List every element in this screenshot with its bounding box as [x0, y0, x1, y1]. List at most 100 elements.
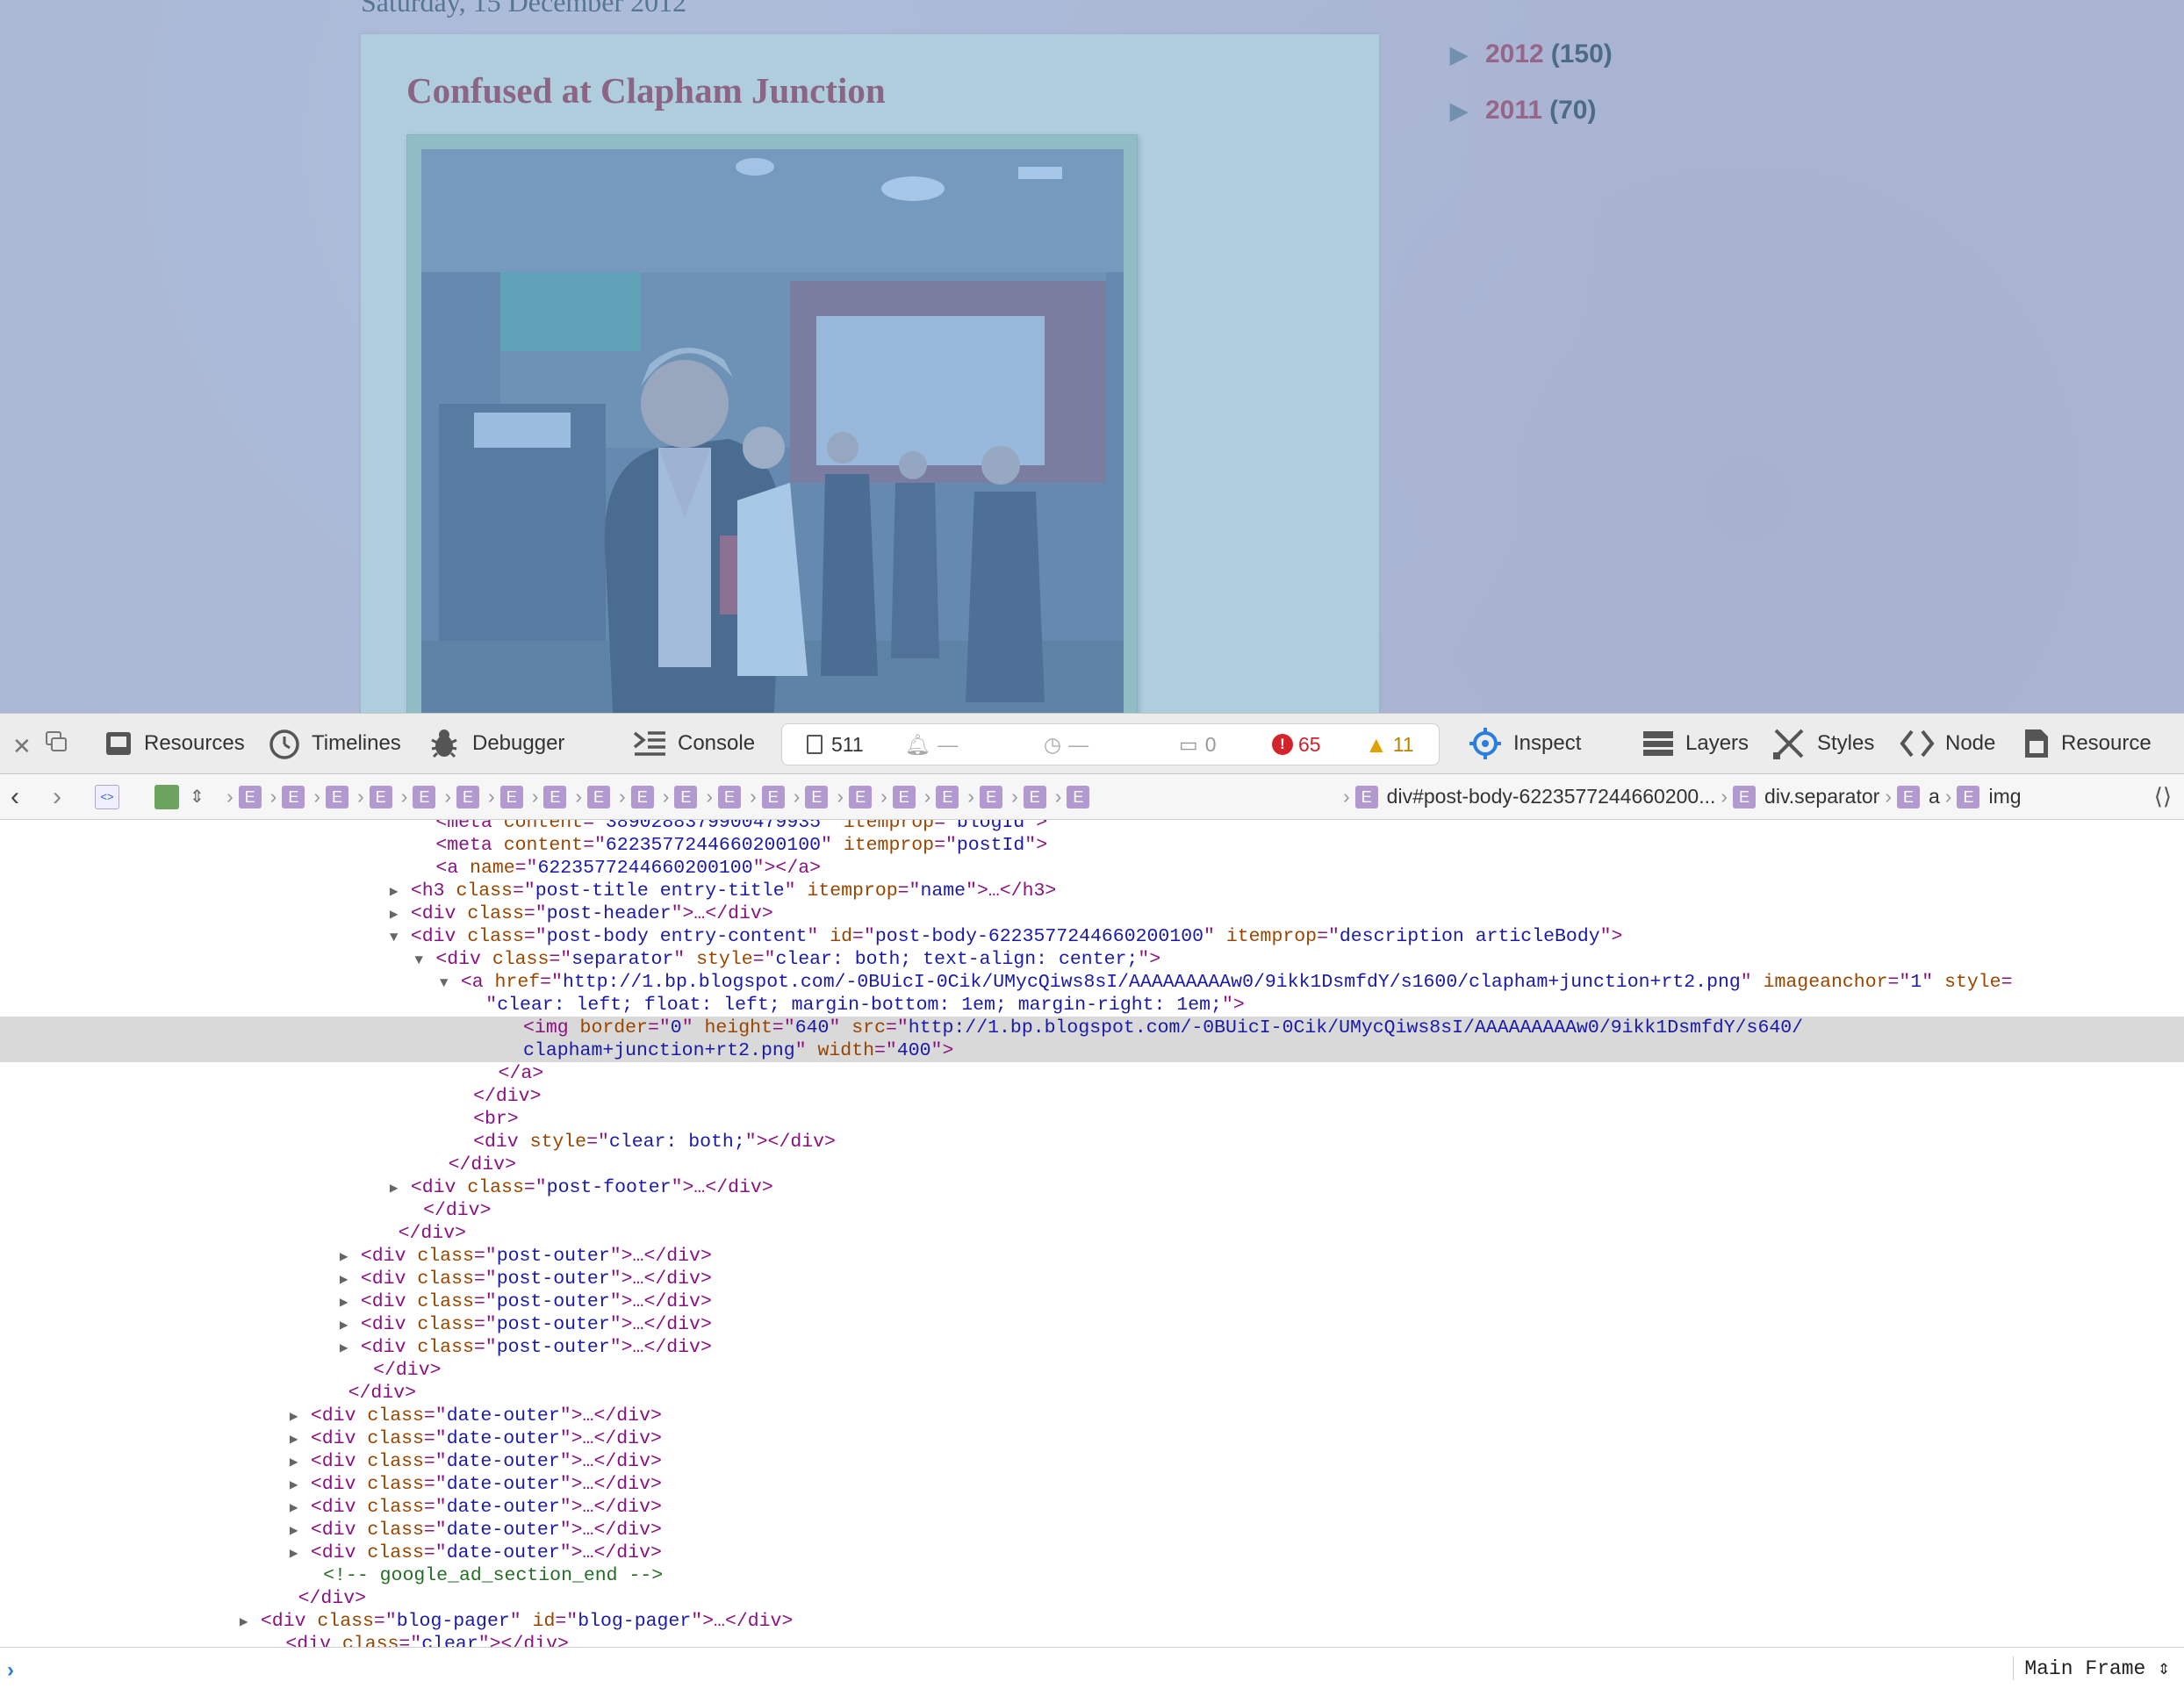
dom-node-line[interactable]: ▶ <div class="post-outer">…</div>	[0, 1268, 2184, 1290]
collapse-triangle-icon[interactable]: ▼	[440, 972, 461, 995]
forward-arrow-icon[interactable]: ›	[53, 782, 61, 812]
tab-node[interactable]: Node	[1900, 714, 1995, 773]
dom-node-line[interactable]: ▶ <div class="date-outer">…</div>	[0, 1427, 2184, 1450]
tab-resource[interactable]: Resource	[2022, 714, 2152, 773]
expand-triangle-icon[interactable]: ▶	[290, 1497, 311, 1520]
tab-console[interactable]: Console	[632, 714, 755, 773]
error-count[interactable]: ! 65	[1272, 733, 1321, 757]
dom-node-line[interactable]: ▼ <div class="separator" style="clear: bo…	[0, 948, 2184, 971]
crumb-img[interactable]: img	[1988, 785, 2021, 808]
archive-year-link[interactable]: 2012	[1485, 40, 1544, 69]
expand-triangle-icon[interactable]: ▶	[340, 1246, 361, 1268]
expand-triangle-icon[interactable]: ▶	[340, 1337, 361, 1360]
crumb-element[interactable]: E	[980, 785, 1003, 808]
dom-node-line[interactable]: </div>	[0, 1199, 2184, 1222]
back-arrow-icon[interactable]: ‹	[11, 782, 19, 812]
tab-inspect[interactable]: Inspect	[1468, 714, 1581, 773]
dom-node-line[interactable]: ▼ <div class="post-body entry-content" id…	[0, 925, 2184, 948]
dom-node-line[interactable]: ▶ <div class="date-outer">…</div>	[0, 1519, 2184, 1541]
dom-node-line[interactable]: ▶ <div class="post-footer">…</div>	[0, 1176, 2184, 1199]
crumb-anchor[interactable]: a	[1929, 785, 1940, 808]
split-view-icon[interactable]: ⟨⟩	[2154, 783, 2172, 810]
dom-node-line[interactable]: <meta content="6223577244660200100" item…	[0, 834, 2184, 857]
tab-resources[interactable]: Resources	[104, 714, 245, 773]
crumb-element[interactable]: E	[630, 785, 654, 808]
dom-node-line[interactable]: </div>	[0, 1085, 2184, 1108]
expand-triangle-icon[interactable]: ▶	[340, 1268, 361, 1291]
dom-node-line[interactable]: ▶ <div class="post-outer">…</div>	[0, 1245, 2184, 1268]
crumb-separator-div[interactable]: div.separator	[1764, 785, 1879, 808]
tab-debugger[interactable]: Debugger	[427, 714, 564, 773]
dom-node-line[interactable]: <div style="clear: both;"></div>	[0, 1131, 2184, 1153]
tab-timelines[interactable]: Timelines	[268, 714, 401, 773]
warning-count[interactable]: ▲ 11	[1365, 731, 1414, 758]
crumb-element[interactable]: E	[805, 785, 829, 808]
crumb-element[interactable]: E	[413, 785, 436, 808]
crumb-post-body[interactable]: div#post-body-6223577244660200...	[1387, 785, 1716, 808]
dom-node-line[interactable]: </div>	[0, 1359, 2184, 1382]
expand-triangle-icon[interactable]: ▶	[390, 880, 411, 903]
dom-node-line[interactable]: <div class="clear"></div>	[0, 1633, 2184, 1647]
dom-node-line[interactable]: </a>	[0, 1062, 2184, 1085]
expand-triangle-icon[interactable]: ▶	[290, 1451, 311, 1474]
tab-styles[interactable]: Styles	[1771, 714, 1874, 773]
dom-node-line[interactable]: ▶ <div class="blog-pager" id="blog-pager"…	[0, 1610, 2184, 1633]
log-count[interactable]: ▭ 0	[1179, 733, 1217, 757]
dom-node-line[interactable]: <!-- google_ad_section_end -->	[0, 1564, 2184, 1587]
dom-node-line[interactable]: ▶ <div class="post-outer">…</div>	[0, 1290, 2184, 1313]
crumb-element[interactable]: E	[936, 785, 959, 808]
expand-triangle-icon[interactable]: ▶	[290, 1428, 311, 1451]
expand-triangle-icon[interactable]: ▶	[290, 1405, 311, 1428]
dom-node-line[interactable]: ▶ <div class="date-outer">…</div>	[0, 1541, 2184, 1564]
expand-triangle-icon[interactable]: ▶	[1450, 97, 1468, 125]
dom-node-line[interactable]: </div>	[0, 1382, 2184, 1405]
updown-chevron-icon[interactable]: ⇕	[190, 786, 205, 808]
dom-node-selected[interactable]: clapham+junction+rt2.png" width="400">	[0, 1039, 2184, 1062]
crumb-element[interactable]: E	[1067, 785, 1090, 808]
dom-node-line[interactable]: ▶ <div class="post-header">…</div>	[0, 902, 2184, 925]
frame-selector[interactable]: Main Frame ⇕	[2013, 1656, 2170, 1680]
dom-node-line[interactable]: <br>	[0, 1108, 2184, 1131]
document-node-icon[interactable]: <>	[95, 784, 119, 809]
expand-triangle-icon[interactable]: ▶	[240, 1611, 261, 1634]
dom-node-line[interactable]: </div>	[0, 1153, 2184, 1176]
collapse-triangle-icon[interactable]: ▼	[390, 926, 411, 949]
dom-node-line[interactable]: ▶ <div class="post-outer">…</div>	[0, 1336, 2184, 1359]
dom-node-line[interactable]: </div>	[0, 1587, 2184, 1610]
load-time-indicator[interactable]: ◷ —	[1044, 733, 1088, 757]
crumb-element[interactable]: E	[761, 785, 785, 808]
post-photo[interactable]	[421, 149, 1124, 713]
archive-item-2012[interactable]: ▶ 2012 (150)	[1450, 26, 1613, 83]
expand-triangle-icon[interactable]: ▶	[340, 1314, 361, 1337]
crumb-element[interactable]: E	[718, 785, 742, 808]
expand-triangle-icon[interactable]: ▶	[290, 1520, 311, 1542]
archive-year-link[interactable]: 2011	[1485, 96, 1542, 126]
crumb-element[interactable]: E	[849, 785, 873, 808]
dom-node-line[interactable]: ▶ <div class="date-outer">…</div>	[0, 1405, 2184, 1427]
expand-triangle-icon[interactable]: ▶	[340, 1291, 361, 1314]
crumb-element[interactable]: E	[674, 785, 698, 808]
resource-count[interactable]: 511	[807, 733, 864, 757]
crumb-element[interactable]: E	[892, 785, 916, 808]
tab-layers[interactable]: Layers	[1642, 714, 1749, 773]
crumb-element[interactable]: E	[238, 785, 262, 808]
crumb-element[interactable]: E	[282, 785, 305, 808]
crumb-element[interactable]: E	[587, 785, 611, 808]
dom-node-line[interactable]: <meta content="3890288379900479935" item…	[0, 820, 2184, 834]
frame-node-icon[interactable]	[154, 784, 179, 809]
dom-node-line[interactable]: ▶ <div class="date-outer">…</div>	[0, 1496, 2184, 1519]
dom-node-line[interactable]: </div>	[0, 1222, 2184, 1245]
expand-triangle-icon[interactable]: ▶	[1450, 41, 1468, 68]
post-title[interactable]: Confused at Clapham Junction	[406, 69, 886, 111]
archive-item-2011[interactable]: ▶ 2011 (70)	[1450, 83, 1613, 139]
collapse-triangle-icon[interactable]: ▼	[414, 949, 435, 972]
dom-node-line[interactable]: "clear: left; float: left; margin-bottom…	[0, 994, 2184, 1017]
undock-icon[interactable]	[44, 729, 68, 754]
expand-triangle-icon[interactable]: ▶	[390, 1177, 411, 1200]
dom-node-line[interactable]: <a name="6223577244660200100"></a>	[0, 857, 2184, 880]
crumb-element[interactable]: E	[543, 785, 567, 808]
expand-triangle-icon[interactable]: ▶	[290, 1474, 311, 1497]
dom-node-selected[interactable]: <img border="0" height="640" src="http:/…	[0, 1017, 2184, 1039]
expand-triangle-icon[interactable]: ▶	[290, 1542, 311, 1565]
expand-triangle-icon[interactable]: ▶	[390, 903, 411, 926]
